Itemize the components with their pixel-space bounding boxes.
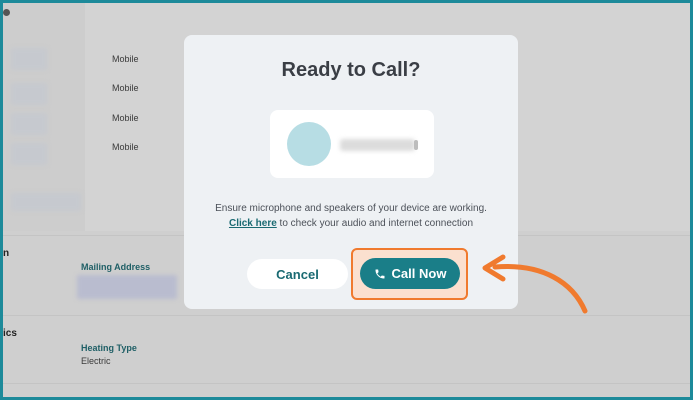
app-frame: Mobile Mobile Mobile Mobile n Mailing Ad… [3,3,690,397]
cancel-button[interactable]: Cancel [247,259,348,289]
mailing-address-label: Mailing Address [81,262,151,272]
hint-line-2: Click here to check your audio and inter… [184,216,518,231]
hint-line-2-text: to check your audio and internet connect… [276,218,474,229]
call-now-label: Call Now [391,266,447,281]
contact-detail-marker [414,140,418,150]
heating-type-value: Electric [81,356,111,366]
dialog-title: Ready to Call? [281,59,421,81]
blurred-phone-4 [11,143,47,165]
blurred-detail [11,193,81,211]
phone-type-label: Mobile [112,54,139,64]
heating-type-label: Heating Type [81,343,137,353]
blurred-phone-1 [11,48,47,70]
section-heading-fragment: ics [3,328,17,339]
divider [3,383,690,384]
phone-type-label: Mobile [112,113,139,123]
blurred-phone-2 [11,83,47,105]
blurred-phone-3 [11,113,47,135]
blurred-mailing-address [77,275,177,299]
audio-check-hint: Ensure microphone and speakers of your d… [184,201,518,231]
ready-to-call-dialog: Ready to Call? Ensure microphone and spe… [184,35,518,309]
click-here-link[interactable]: Click here [229,218,277,229]
blurred-contact-name [340,139,415,151]
contact-card [270,110,434,178]
hint-line-1: Ensure microphone and speakers of your d… [215,203,487,214]
info-icon [3,9,10,16]
phone-type-label: Mobile [112,83,139,93]
phone-icon [375,269,385,278]
avatar [287,122,331,166]
section-heading-fragment: n [3,248,10,259]
phone-type-label: Mobile [112,142,139,152]
annotation-arrow [482,254,588,314]
call-now-button[interactable]: Call Now [360,258,460,289]
